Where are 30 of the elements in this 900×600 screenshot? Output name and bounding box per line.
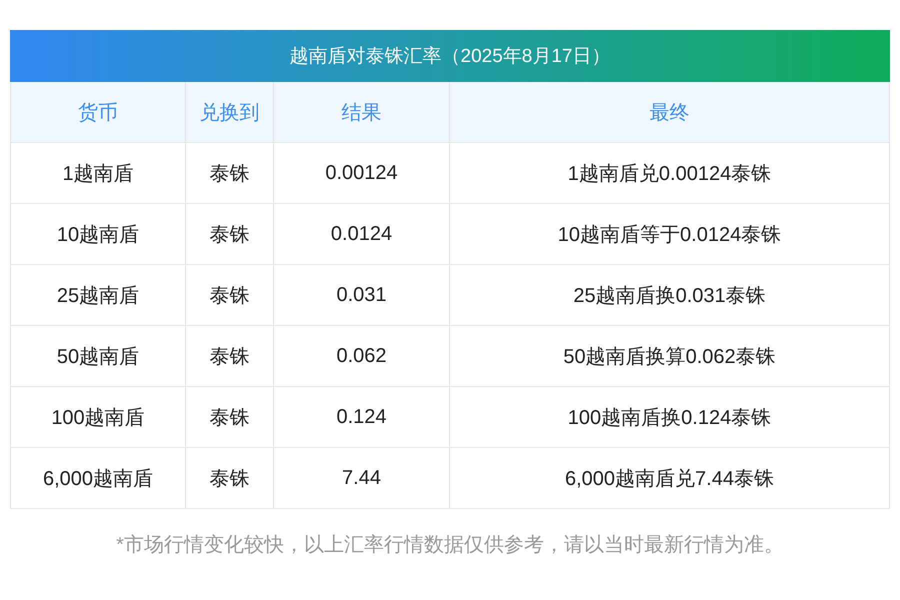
table-cell: 0.031 — [274, 265, 450, 326]
table-cell: 10越南盾等于0.0124泰铢 — [450, 204, 890, 265]
table-cell: 6,000越南盾兑7.44泰铢 — [450, 448, 890, 509]
table-cell: 泰铢 — [186, 204, 274, 265]
table-cell: 10越南盾 — [11, 204, 186, 265]
disclaimer-note: *市场行情变化较快，以上汇率行情数据仅供参考，请以当时最新行情为准。 — [115, 533, 785, 558]
table-cell: 25越南盾换0.031泰铢 — [450, 265, 890, 326]
table-cell: 50越南盾换算0.062泰铢 — [450, 326, 890, 387]
column-header: 最终 — [450, 82, 890, 143]
table-cell: 泰铢 — [186, 387, 274, 448]
table-cell: 0.0124 — [274, 204, 450, 265]
table-cell: 100越南盾换0.124泰铢 — [450, 387, 890, 448]
table-cell: 1越南盾 — [11, 143, 186, 204]
table-cell: 泰铢 — [186, 143, 274, 204]
table-cell: 泰铢 — [186, 448, 274, 509]
table-cell: 1越南盾兑0.00124泰铢 — [450, 143, 890, 204]
table-cell: 7.44 — [274, 448, 450, 509]
table-cell: 6,000越南盾 — [11, 448, 186, 509]
table-cell: 泰铢 — [186, 326, 274, 387]
column-header: 结果 — [274, 82, 450, 143]
column-header: 兑换到 — [186, 82, 274, 143]
table-cell: 0.00124 — [274, 143, 450, 204]
table-cell: 0.062 — [274, 326, 450, 387]
table-title: 越南盾对泰铢汇率（2025年8月17日） — [10, 30, 890, 82]
table-cell: 50越南盾 — [11, 326, 186, 387]
table-cell: 泰铢 — [186, 265, 274, 326]
table-cell: 25越南盾 — [11, 265, 186, 326]
table-cell: 0.124 — [274, 387, 450, 448]
table-cell: 100越南盾 — [11, 387, 186, 448]
column-header: 货币 — [11, 82, 186, 143]
